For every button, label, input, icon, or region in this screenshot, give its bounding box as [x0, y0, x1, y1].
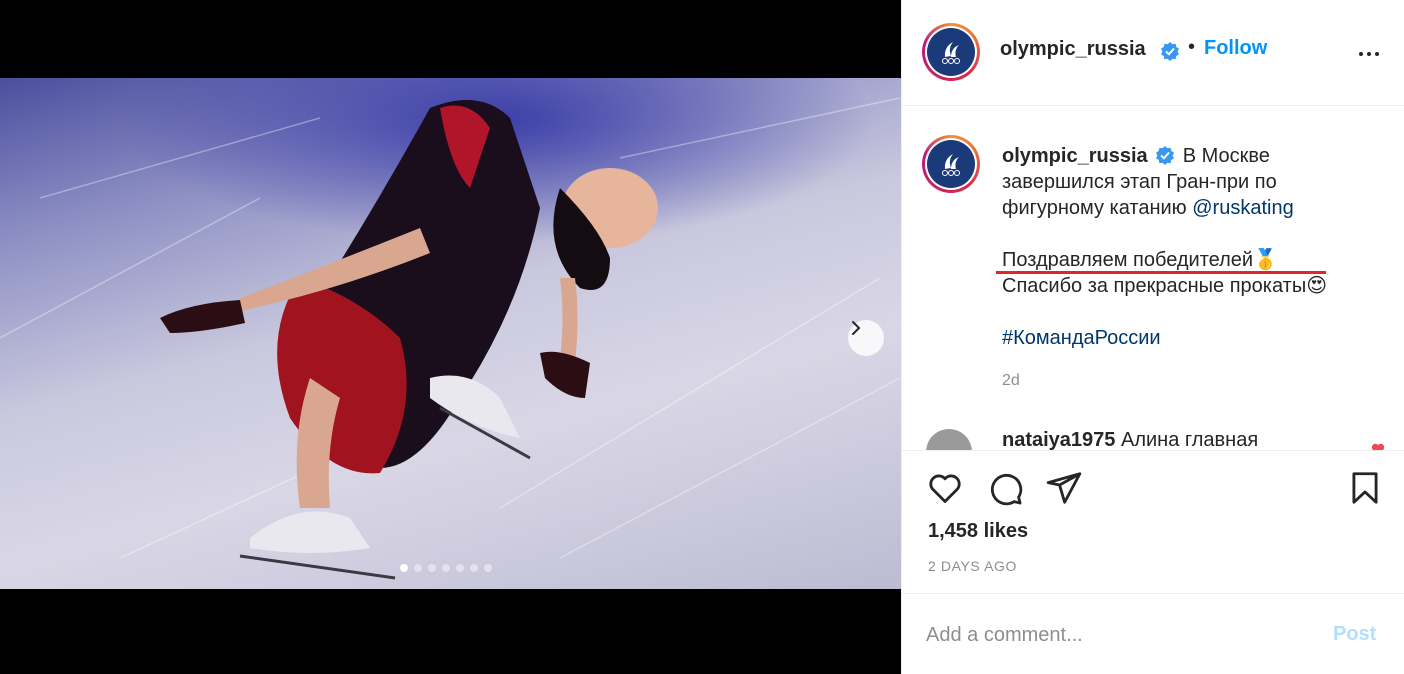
hashtag-link[interactable]: #КомандаРоссии: [1002, 327, 1161, 349]
figure-skater-illustration: [0, 97, 901, 580]
comment-like-heart-icon[interactable]: [1370, 441, 1386, 450]
add-comment-bar: Post: [902, 593, 1404, 674]
avatar[interactable]: [922, 23, 980, 81]
mention-link[interactable]: @ruskating: [1192, 197, 1293, 219]
carousel-dot: [484, 564, 492, 572]
carousel-next-button[interactable]: [848, 320, 884, 356]
carousel-indicators: [400, 564, 492, 572]
carousel-dot: [428, 564, 436, 572]
caption-username[interactable]: olympic_russia: [1002, 145, 1148, 167]
comments-list[interactable]: olympic_russia В Москве завершился этап …: [902, 107, 1404, 450]
avatar[interactable]: [922, 135, 980, 193]
carousel-dot: [470, 564, 478, 572]
comment-input[interactable]: [926, 620, 1306, 650]
post-photo: [0, 78, 901, 589]
post-actions: 1,458 likes 2 DAYS AGO: [902, 450, 1404, 593]
heart-eyes-emoji: 😍: [1306, 275, 1328, 297]
likes-count[interactable]: 1,458 likes: [928, 520, 1028, 543]
follow-button[interactable]: Follow: [1204, 37, 1267, 60]
separator-dot: •: [1188, 36, 1196, 58]
carousel-dot: [442, 564, 450, 572]
carousel-dot: [400, 564, 408, 572]
carousel-dot: [414, 564, 422, 572]
verified-badge-icon: [1156, 145, 1175, 165]
comment-item: nataiya1975 Алина главная: [1002, 429, 1258, 450]
comment-icon[interactable]: [986, 469, 1024, 507]
carousel-dot: [456, 564, 464, 572]
media-pane: [0, 0, 901, 674]
chevron-right-icon: [852, 321, 861, 335]
share-icon[interactable]: [1045, 469, 1083, 507]
heart-icon[interactable]: [926, 469, 964, 507]
post-timestamp[interactable]: 2 DAYS AGO: [928, 558, 1017, 574]
post-header: olympic_russia • Follow: [902, 0, 1404, 106]
caption-thanks: Спасибо за прекрасные прокаты: [1002, 275, 1307, 297]
post-button[interactable]: Post: [1333, 623, 1376, 646]
olympic-logo-icon: [927, 28, 975, 76]
caption-timestamp[interactable]: 2d: [1002, 372, 1020, 390]
caption-congrats: Поздравляем победителей: [1002, 249, 1254, 271]
olympic-logo-icon: [927, 140, 975, 188]
comment-username[interactable]: nataiya1975: [1002, 429, 1115, 450]
avatar[interactable]: [926, 429, 972, 450]
medal-emoji: 🥇: [1253, 249, 1278, 271]
red-underline-annotation: [996, 271, 1326, 274]
post-side-panel: olympic_russia • Follow olympic_russia В…: [901, 0, 1404, 674]
more-options-icon[interactable]: [1354, 44, 1384, 64]
post-caption: olympic_russia В Москве завершился этап …: [1002, 143, 1382, 351]
bookmark-icon[interactable]: [1346, 469, 1384, 507]
account-username[interactable]: olympic_russia: [1000, 38, 1146, 61]
verified-badge-icon: [1161, 42, 1179, 61]
comment-text: Алина главная: [1120, 429, 1259, 450]
